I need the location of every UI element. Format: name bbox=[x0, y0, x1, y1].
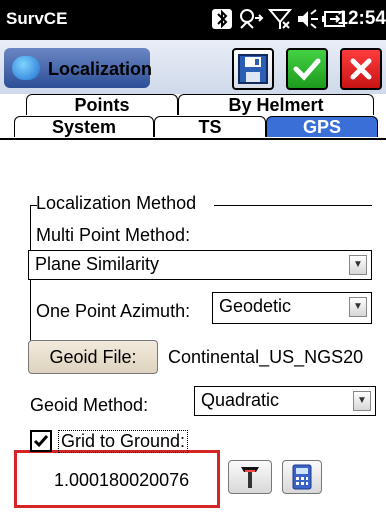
checkmark-icon bbox=[293, 58, 321, 81]
grid-to-ground-label[interactable]: Grid to Ground: bbox=[58, 430, 189, 453]
chevron-down-icon: ▼ bbox=[353, 391, 371, 411]
geoid-method-value: Quadratic bbox=[201, 390, 280, 410]
status-bar: SurvCE 12:54 bbox=[0, 0, 386, 40]
geoid-file-button[interactable]: Geoid File: bbox=[28, 340, 158, 374]
close-icon bbox=[350, 58, 372, 80]
tab-gps[interactable]: GPS bbox=[266, 116, 378, 137]
tab-bar: Points By Helmert System TS GPS bbox=[0, 94, 386, 138]
calculator-icon bbox=[292, 464, 312, 490]
checkmark-icon bbox=[33, 435, 49, 448]
localization-method-title: Localization Method bbox=[36, 193, 197, 213]
bluetooth-icon bbox=[210, 8, 234, 32]
calculator-button[interactable] bbox=[282, 460, 322, 494]
geoid-method-label: Geoid Method: bbox=[30, 395, 149, 415]
clock: 12:54 bbox=[337, 8, 386, 29]
tab-by-helmert[interactable]: By Helmert bbox=[178, 94, 374, 115]
network-sync-icon bbox=[238, 8, 264, 32]
tab-system[interactable]: System bbox=[14, 116, 154, 137]
chevron-down-icon: ▼ bbox=[349, 255, 367, 275]
window-title-label: Localization bbox=[48, 59, 153, 79]
grid-to-ground-checkbox[interactable] bbox=[30, 430, 52, 452]
gps-receiver-icon bbox=[241, 467, 259, 488]
one-point-azimuth-select[interactable]: Geodetic ▼ bbox=[212, 292, 372, 324]
tab-points[interactable]: Points bbox=[26, 94, 178, 115]
one-point-azimuth-label: One Point Azimuth: bbox=[36, 301, 191, 321]
app-logo-icon bbox=[12, 56, 40, 80]
title-bar: Localization bbox=[0, 40, 386, 94]
grid-to-ground-value: 1.000180020076 bbox=[54, 470, 190, 490]
window-title[interactable]: Localization bbox=[4, 48, 153, 88]
app-name: SurvCE bbox=[6, 9, 68, 28]
ok-button[interactable] bbox=[286, 48, 328, 90]
save-button[interactable] bbox=[232, 48, 274, 90]
group-frame-top-right bbox=[214, 205, 372, 206]
volume-icon bbox=[296, 8, 320, 32]
multi-point-method-value: Plane Similarity bbox=[35, 254, 160, 274]
signal-off-icon bbox=[267, 8, 293, 32]
geoid-file-name: Continental_US_NGS20 bbox=[168, 347, 364, 367]
chevron-down-icon: ▼ bbox=[349, 297, 367, 317]
tab-ts[interactable]: TS bbox=[154, 116, 266, 137]
save-icon bbox=[238, 54, 268, 84]
compute-scale-button[interactable] bbox=[228, 460, 272, 494]
geoid-method-select[interactable]: Quadratic ▼ bbox=[194, 386, 376, 416]
one-point-azimuth-value: Geodetic bbox=[219, 296, 292, 316]
multi-point-method-select[interactable]: Plane Similarity ▼ bbox=[28, 250, 372, 280]
multi-point-method-label: Multi Point Method: bbox=[36, 225, 191, 245]
cancel-button[interactable] bbox=[340, 48, 382, 90]
